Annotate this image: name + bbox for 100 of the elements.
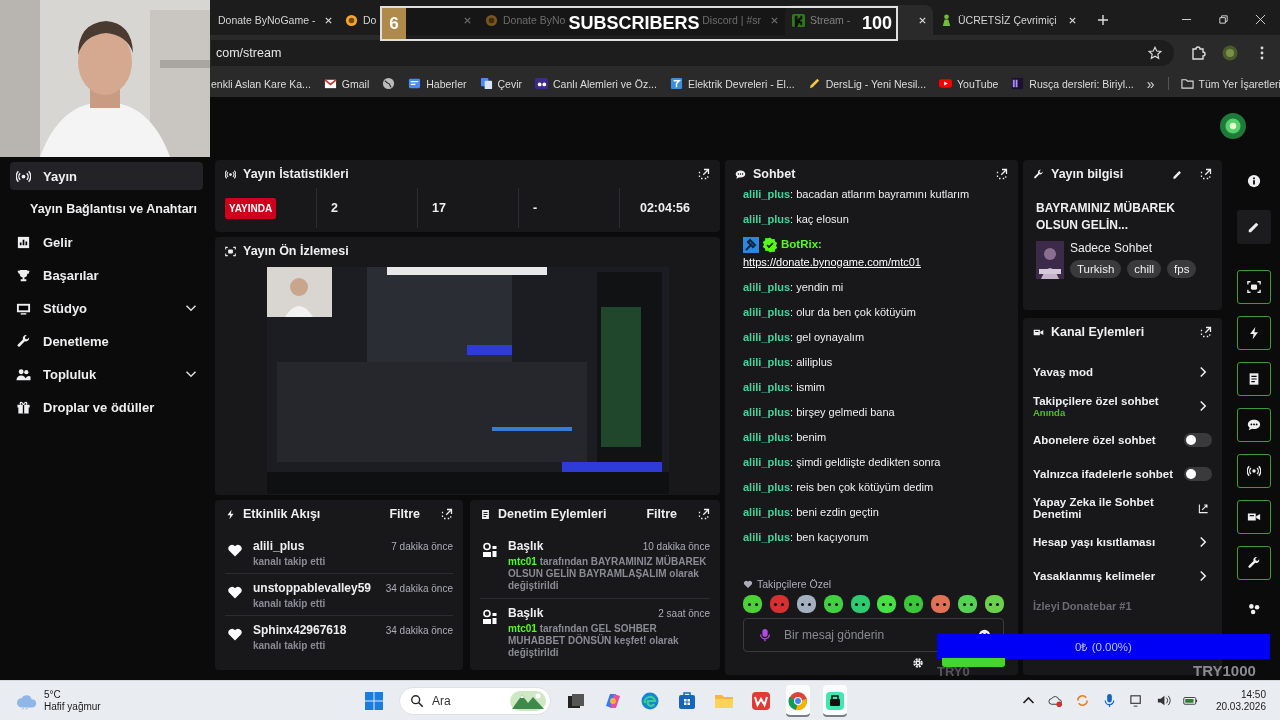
- filter-button[interactable]: Filtre: [389, 507, 420, 521]
- restore-icon[interactable]: [1218, 14, 1229, 25]
- more-bookmarks[interactable]: »: [1146, 75, 1155, 92]
- edge-icon[interactable]: [640, 690, 660, 711]
- search-field[interactable]: Ara: [399, 686, 551, 715]
- sidebar-item[interactable]: Yayın Bağlantısı ve Anahtarı: [10, 195, 203, 223]
- popout-icon: [698, 508, 710, 520]
- bookmark[interactable]: YouTube: [939, 77, 999, 90]
- mail-icon: [323, 77, 337, 90]
- close-icon[interactable]: [1255, 14, 1266, 25]
- news-icon: [408, 77, 422, 90]
- sidebar-item[interactable]: Denetleme: [10, 327, 203, 355]
- tag[interactable]: chill: [1127, 260, 1162, 278]
- user-link[interactable]: mtc01: [508, 556, 537, 567]
- chat-message: alili_plus: aliliplus: [743, 355, 834, 370]
- bookmark[interactable]: Rusça dersleri: Biriyl...: [1011, 77, 1134, 90]
- action-title: Başlık: [508, 606, 544, 620]
- close-icon[interactable]: [918, 15, 927, 25]
- event-text: kanalı takip etti: [253, 598, 327, 609]
- action-text: mtc01 tarafından GEL SOHBER MUHABBET DÖNSÜN keşfet! olarak değiştirildi: [508, 623, 680, 659]
- bookmark[interactable]: Elektrik Devreleri - El...: [669, 77, 795, 90]
- bookmark[interactable]: Çevir: [479, 77, 523, 90]
- rail-button[interactable]: [1236, 408, 1271, 442]
- sidebar-item[interactable]: Topluluk: [10, 360, 203, 388]
- toggle-switch[interactable]: [1184, 433, 1212, 447]
- star-icon[interactable]: [1148, 45, 1162, 60]
- avatar-icon[interactable]: [1220, 113, 1246, 139]
- store-icon[interactable]: [677, 690, 697, 711]
- emote-icon[interactable]: [931, 595, 951, 613]
- chat-message: alili_plus: bacadan atlarım bayramını kutlarım: [743, 187, 971, 202]
- address-bar[interactable]: com/stream: [211, 39, 1174, 66]
- category-name[interactable]: Sadece Sohbet: [1070, 241, 1197, 255]
- popout-icon: [1200, 168, 1212, 180]
- bookmark[interactable]: Gmail: [323, 77, 370, 90]
- app-icon[interactable]: [825, 690, 845, 711]
- chat-link[interactable]: https://donate.bynogame.com/mtc01: [743, 254, 1006, 271]
- bookmark[interactable]: Haberler: [408, 77, 467, 90]
- emote-icon[interactable]: [823, 595, 843, 613]
- stream-title: BAYRAMINIZ MÜBAREK OLSUN GELİN...: [1035, 200, 1176, 234]
- rail-button[interactable]: [1236, 210, 1271, 244]
- timestamp: 2 saat önce: [658, 608, 710, 619]
- emote-icon[interactable]: [984, 595, 1004, 613]
- emote-icon[interactable]: [743, 595, 762, 613]
- emote-icon[interactable]: [904, 595, 924, 613]
- globe-icon: [382, 77, 396, 90]
- rail-button[interactable]: [1236, 454, 1271, 488]
- sidebar-item[interactable]: Droplar ve ödüller: [10, 393, 203, 421]
- stat-value: 2: [331, 201, 338, 215]
- cloud-icon[interactable]: [1047, 693, 1063, 708]
- chat-message: alili_plus: yendin mi: [743, 280, 845, 295]
- clock[interactable]: 14:50 20.03.2026: [1215, 688, 1266, 713]
- office-app-icon[interactable]: [751, 690, 771, 711]
- sidebar-item[interactable]: Yayın: [10, 162, 203, 190]
- username: unstoppablevalley59: [253, 581, 372, 595]
- panel-title: Sohbet: [753, 167, 797, 181]
- browser-tab[interactable]: Discord | #sr: [702, 14, 761, 26]
- setting-label: İzleyi: [1033, 600, 1060, 612]
- bookmark[interactable]: Canlı Alemleri ve Öz...: [535, 77, 657, 90]
- sidebar-item[interactable]: Başarılar: [10, 261, 203, 289]
- network-icon[interactable]: [1128, 693, 1144, 708]
- puzzle-icon[interactable]: [1190, 44, 1206, 61]
- browser-tab[interactable]: ÜCRETSİZ Çevrimiçi: [958, 14, 1057, 26]
- close-icon[interactable]: [324, 15, 334, 25]
- tag[interactable]: Turkish: [1070, 260, 1122, 278]
- browser-tab[interactable]: Donate ByNoGame -: [218, 14, 316, 26]
- emote-icon[interactable]: [958, 595, 977, 613]
- trophy-icon: [16, 267, 31, 283]
- rail-button[interactable]: [1236, 546, 1271, 580]
- rail-button[interactable]: [1236, 362, 1271, 396]
- browser-tab[interactable]: Stream -: [810, 14, 851, 26]
- chat-mode-label: Takipçilere Özel: [757, 578, 832, 590]
- timestamp: 7 dakika önce: [391, 541, 453, 552]
- user-link[interactable]: mtc01: [508, 623, 537, 634]
- chrome-icon[interactable]: [788, 690, 808, 711]
- speaker-icon[interactable]: [1155, 693, 1171, 708]
- browser-tab[interactable]: Donate ByNo: [503, 14, 566, 26]
- document-icon: [480, 508, 491, 520]
- toggle-switch[interactable]: [1184, 467, 1212, 481]
- rail-button[interactable]: [1236, 270, 1271, 304]
- tag[interactable]: fps: [1167, 260, 1197, 278]
- microphone-icon: [758, 628, 772, 642]
- hammer-icon: [743, 236, 759, 253]
- new-tab-icon[interactable]: [1097, 14, 1109, 26]
- emote-icon[interactable]: [796, 595, 816, 613]
- overlay-label: Donatebar #1: [1061, 600, 1132, 612]
- bookmark[interactable]: DersLig - Yeni Nesil...: [807, 77, 927, 90]
- sidebar-item[interactable]: Gelir: [10, 228, 203, 256]
- chat-message: alili_plus: kaç elosun: [743, 212, 850, 227]
- rail-button[interactable]: [1236, 500, 1271, 534]
- emote-icon[interactable]: [850, 595, 870, 613]
- chat-message: alili_plus: benim: [743, 430, 828, 445]
- rail-button[interactable]: [1236, 316, 1271, 350]
- sidebar-item[interactable]: Stüdyo: [10, 294, 203, 322]
- windows-icon[interactable]: [364, 690, 384, 711]
- emote-icon[interactable]: [877, 595, 897, 613]
- browser-tab[interactable]: Do: [363, 14, 377, 26]
- close-icon[interactable]: [1068, 15, 1077, 25]
- filter-button[interactable]: Filtre: [646, 507, 677, 521]
- bookmark[interactable]: enkli Aslan Kare Ka...: [211, 77, 311, 90]
- all-bookmarks[interactable]: Tüm Yer İşaretleri: [1167, 77, 1280, 90]
